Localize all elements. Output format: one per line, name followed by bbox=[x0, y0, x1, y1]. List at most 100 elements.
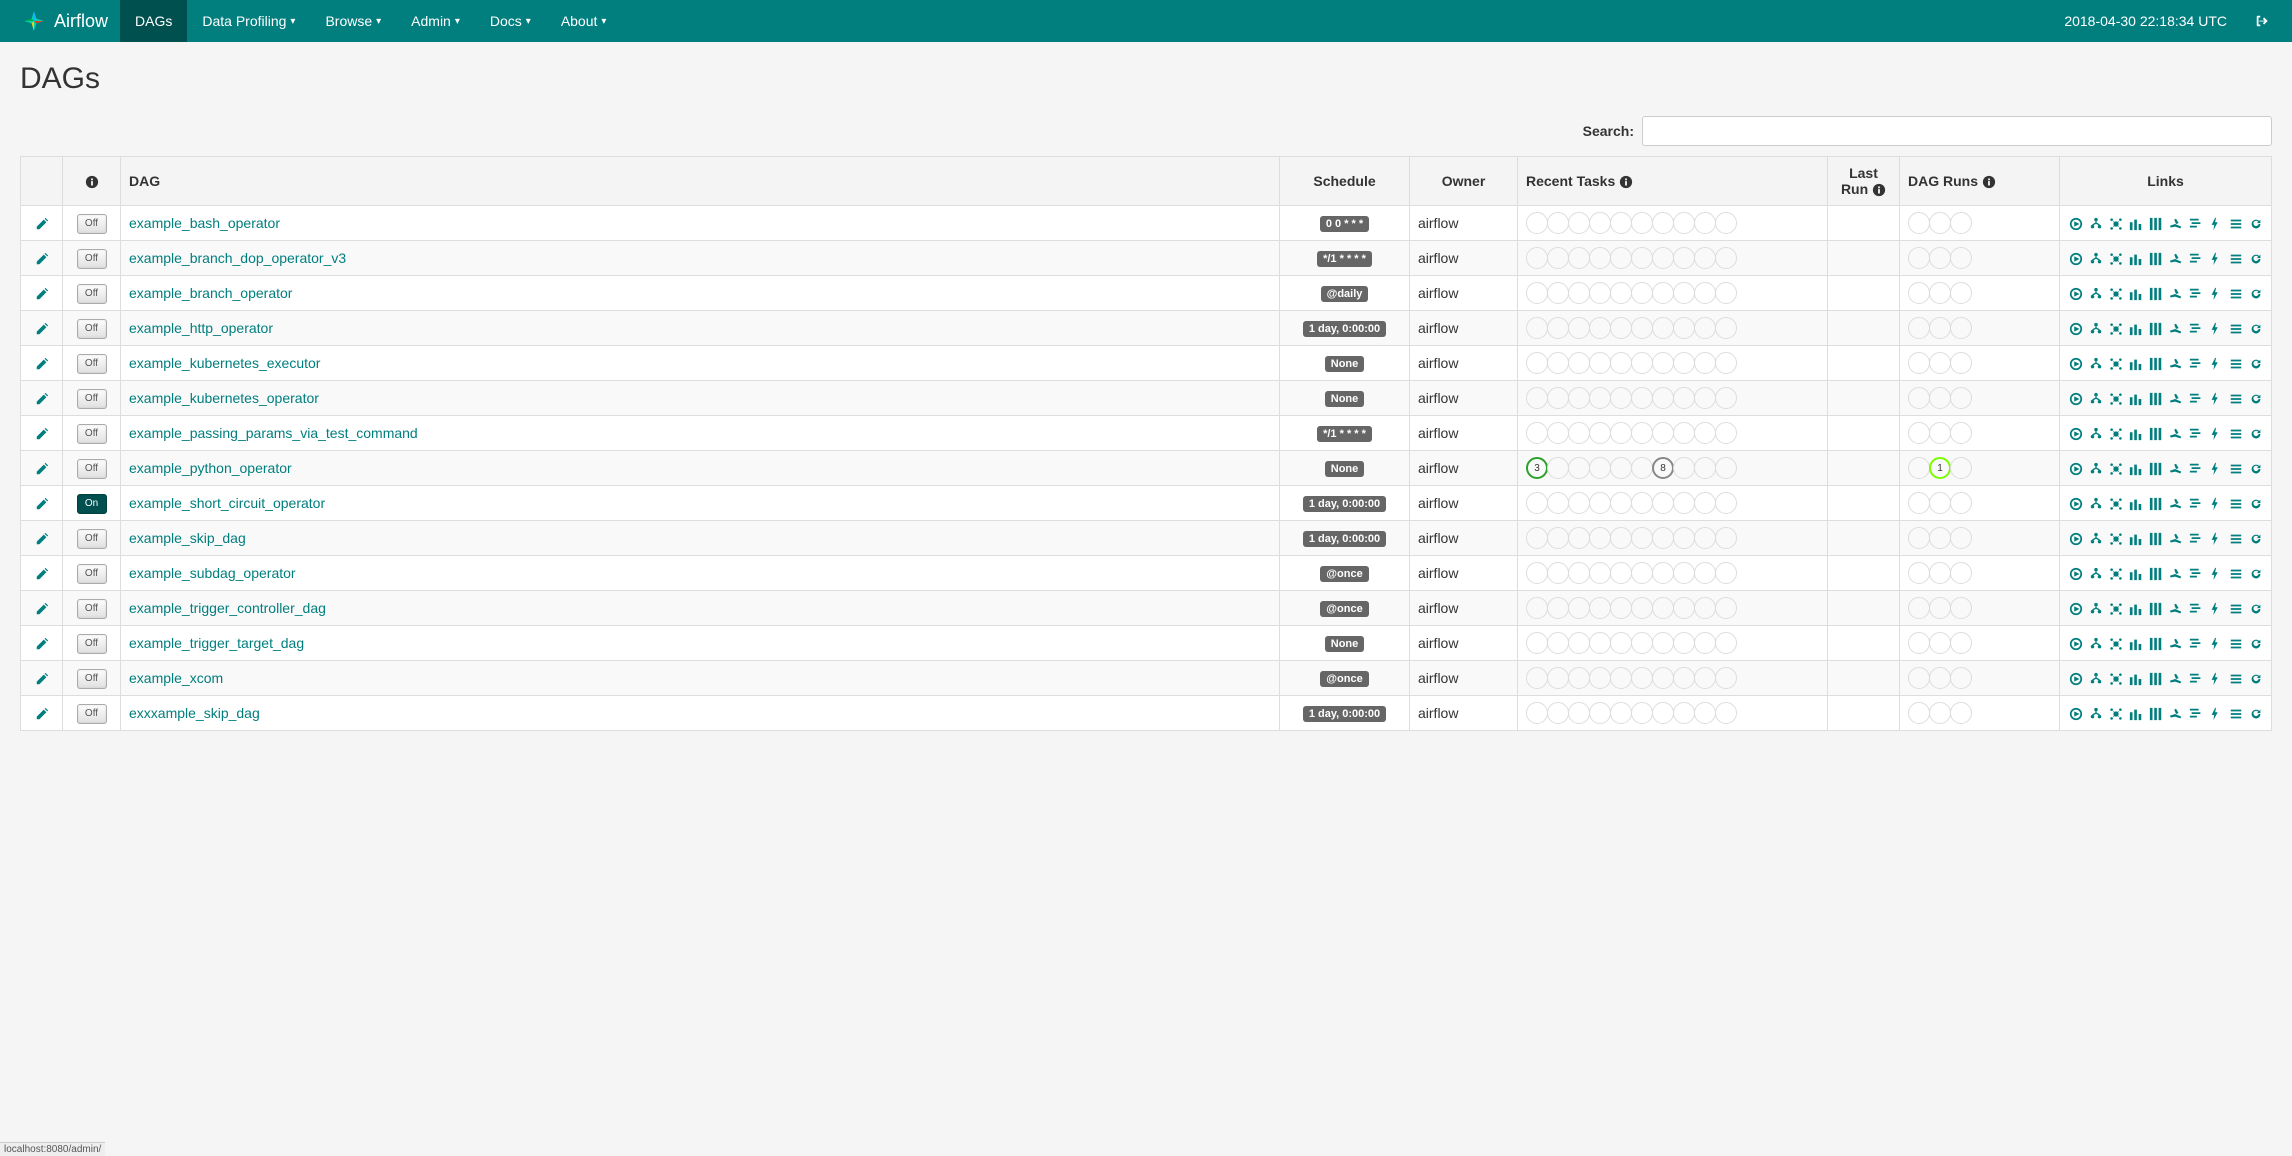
landing-icon[interactable] bbox=[2168, 460, 2183, 476]
status-circle[interactable] bbox=[1631, 212, 1653, 234]
status-circle[interactable] bbox=[1715, 352, 1737, 374]
schedule-badge[interactable]: None bbox=[1325, 391, 1365, 407]
status-circle[interactable] bbox=[1908, 422, 1930, 444]
status-circle[interactable] bbox=[1652, 702, 1674, 724]
graph-icon[interactable] bbox=[2108, 460, 2123, 476]
status-circle[interactable] bbox=[1589, 702, 1611, 724]
status-circle[interactable] bbox=[1547, 352, 1569, 374]
dag-toggle[interactable]: Off bbox=[77, 424, 107, 444]
status-circle[interactable] bbox=[1610, 212, 1632, 234]
landing-icon[interactable] bbox=[2168, 635, 2183, 651]
trigger-icon[interactable] bbox=[2068, 285, 2083, 301]
status-circle[interactable] bbox=[1589, 352, 1611, 374]
dag-link[interactable]: example_passing_params_via_test_command bbox=[129, 425, 418, 441]
status-circle[interactable] bbox=[1715, 457, 1737, 479]
status-circle[interactable] bbox=[1715, 632, 1737, 654]
gantt-icon[interactable] bbox=[2188, 565, 2203, 581]
schedule-badge[interactable]: 1 day, 0:00:00 bbox=[1303, 706, 1386, 722]
status-circle[interactable] bbox=[1610, 702, 1632, 724]
tree-icon[interactable] bbox=[2088, 215, 2103, 231]
status-circle[interactable] bbox=[1929, 632, 1951, 654]
refresh-icon[interactable] bbox=[2248, 215, 2263, 231]
duration-icon[interactable] bbox=[2148, 250, 2163, 266]
code-icon[interactable] bbox=[2228, 705, 2243, 721]
dag-link[interactable]: example_python_operator bbox=[129, 460, 292, 476]
code-icon[interactable] bbox=[2228, 390, 2243, 406]
status-circle[interactable] bbox=[1547, 527, 1569, 549]
status-circle[interactable] bbox=[1908, 597, 1930, 619]
status-circle[interactable] bbox=[1652, 667, 1674, 689]
status-circle[interactable] bbox=[1547, 422, 1569, 444]
code-icon[interactable] bbox=[2228, 215, 2243, 231]
status-circle[interactable] bbox=[1950, 352, 1972, 374]
status-circle[interactable] bbox=[1929, 492, 1951, 514]
status-circle[interactable] bbox=[1568, 317, 1590, 339]
status-circle[interactable] bbox=[1610, 282, 1632, 304]
search-input[interactable] bbox=[1642, 116, 2272, 146]
status-circle[interactable] bbox=[1652, 632, 1674, 654]
logs-icon[interactable] bbox=[2208, 600, 2223, 616]
graph-icon[interactable] bbox=[2108, 250, 2123, 266]
status-circle[interactable] bbox=[1589, 317, 1611, 339]
duration-icon[interactable] bbox=[2148, 600, 2163, 616]
status-circle[interactable] bbox=[1610, 632, 1632, 654]
dag-link[interactable]: example_kubernetes_executor bbox=[129, 355, 320, 371]
dag-link[interactable]: example_subdag_operator bbox=[129, 565, 296, 581]
tasks-icon[interactable] bbox=[2128, 425, 2143, 441]
tree-icon[interactable] bbox=[2088, 495, 2103, 511]
status-circle[interactable] bbox=[1908, 667, 1930, 689]
graph-icon[interactable] bbox=[2108, 495, 2123, 511]
tree-icon[interactable] bbox=[2088, 705, 2103, 721]
status-circle[interactable] bbox=[1568, 492, 1590, 514]
dag-toggle[interactable]: Off bbox=[77, 669, 107, 689]
edit-icon[interactable] bbox=[35, 285, 49, 302]
trigger-icon[interactable] bbox=[2068, 250, 2083, 266]
refresh-icon[interactable] bbox=[2248, 285, 2263, 301]
nav-admin[interactable]: Admin▾ bbox=[396, 0, 475, 42]
schedule-badge[interactable]: @once bbox=[1320, 671, 1368, 687]
refresh-icon[interactable] bbox=[2248, 565, 2263, 581]
schedule-badge[interactable]: @once bbox=[1320, 601, 1368, 617]
duration-icon[interactable] bbox=[2148, 565, 2163, 581]
status-circle[interactable] bbox=[1526, 317, 1548, 339]
status-circle[interactable] bbox=[1589, 457, 1611, 479]
duration-icon[interactable] bbox=[2148, 390, 2163, 406]
status-circle[interactable] bbox=[1631, 422, 1653, 444]
status-circle[interactable] bbox=[1631, 632, 1653, 654]
logs-icon[interactable] bbox=[2208, 355, 2223, 371]
status-circle[interactable] bbox=[1526, 527, 1548, 549]
edit-icon[interactable] bbox=[35, 670, 49, 687]
logs-icon[interactable] bbox=[2208, 705, 2223, 721]
trigger-icon[interactable] bbox=[2068, 600, 2083, 616]
edit-icon[interactable] bbox=[35, 390, 49, 407]
status-circle[interactable] bbox=[1673, 317, 1695, 339]
col-dag-header[interactable]: DAG bbox=[121, 157, 1280, 206]
schedule-badge[interactable]: 1 day, 0:00:00 bbox=[1303, 531, 1386, 547]
status-circle[interactable] bbox=[1589, 212, 1611, 234]
code-icon[interactable] bbox=[2228, 425, 2243, 441]
edit-icon[interactable] bbox=[35, 250, 49, 267]
status-circle[interactable]: 8 bbox=[1652, 457, 1674, 479]
status-circle[interactable] bbox=[1589, 562, 1611, 584]
landing-icon[interactable] bbox=[2168, 530, 2183, 546]
trigger-icon[interactable] bbox=[2068, 635, 2083, 651]
trigger-icon[interactable] bbox=[2068, 705, 2083, 721]
status-circle[interactable] bbox=[1652, 212, 1674, 234]
landing-icon[interactable] bbox=[2168, 320, 2183, 336]
duration-icon[interactable] bbox=[2148, 285, 2163, 301]
gantt-icon[interactable] bbox=[2188, 600, 2203, 616]
status-circle[interactable] bbox=[1673, 527, 1695, 549]
tasks-icon[interactable] bbox=[2128, 635, 2143, 651]
status-circle[interactable] bbox=[1652, 387, 1674, 409]
status-circle[interactable] bbox=[1950, 212, 1972, 234]
edit-icon[interactable] bbox=[35, 215, 49, 232]
edit-icon[interactable] bbox=[35, 425, 49, 442]
status-circle[interactable] bbox=[1715, 422, 1737, 444]
logs-icon[interactable] bbox=[2208, 565, 2223, 581]
edit-icon[interactable] bbox=[35, 530, 49, 547]
code-icon[interactable] bbox=[2228, 565, 2243, 581]
edit-icon[interactable] bbox=[35, 320, 49, 337]
status-circle[interactable] bbox=[1950, 597, 1972, 619]
status-circle[interactable] bbox=[1652, 317, 1674, 339]
logs-icon[interactable] bbox=[2208, 635, 2223, 651]
